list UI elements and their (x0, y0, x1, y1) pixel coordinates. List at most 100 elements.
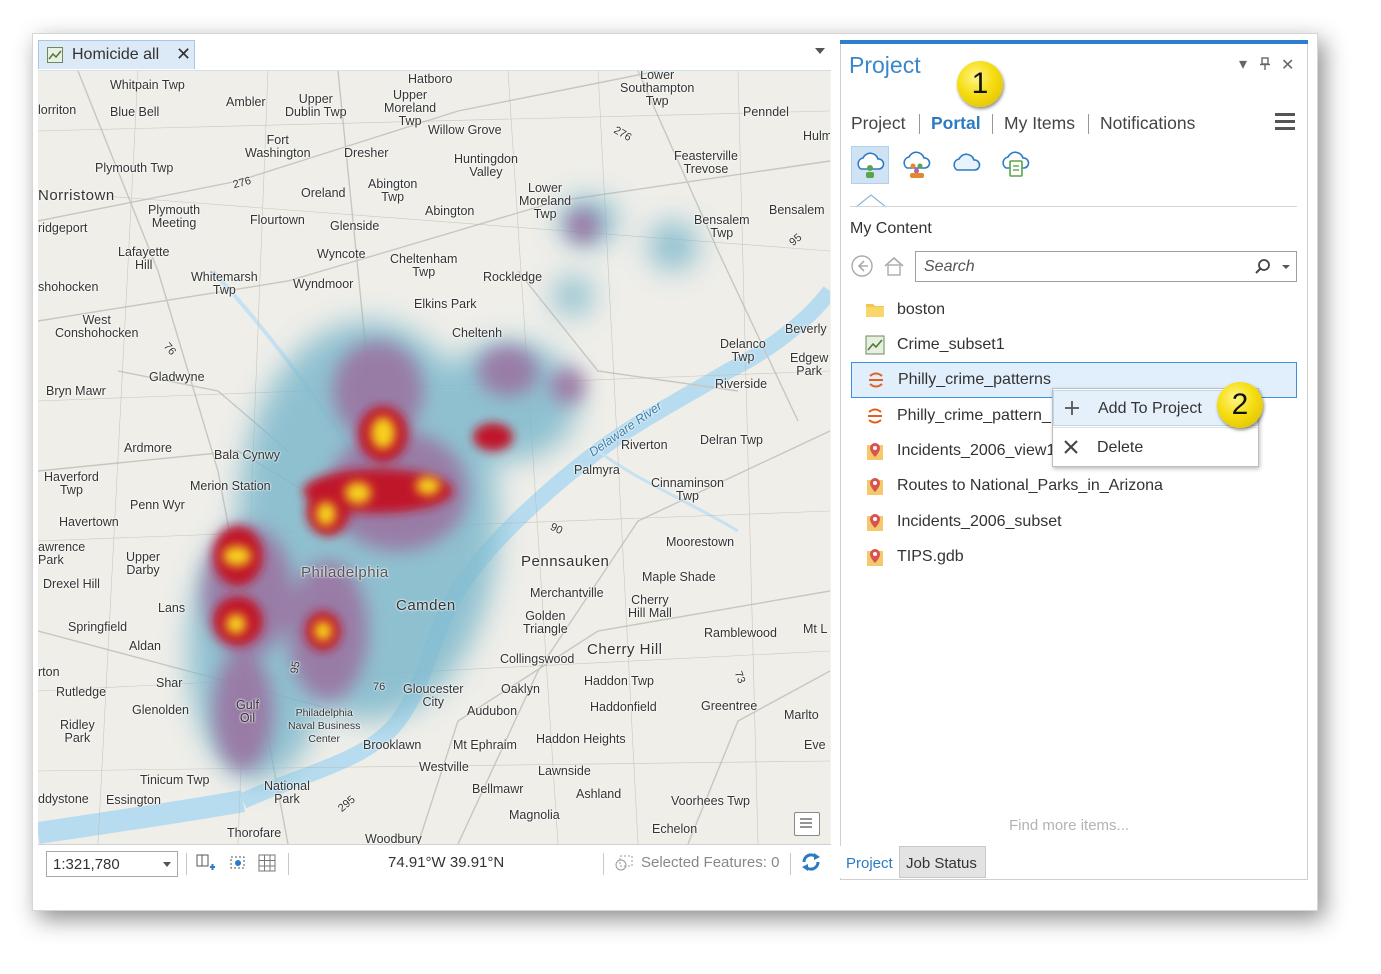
place-label: Magnolia (509, 808, 560, 822)
place-label: Ardmore (124, 441, 172, 455)
selection-icon[interactable] (614, 854, 634, 872)
chevron-down-icon[interactable] (815, 48, 825, 54)
place-label: West Conshohocken (55, 313, 139, 340)
refresh-icon[interactable] (800, 851, 822, 873)
item-label: boston (897, 301, 946, 318)
find-more-link[interactable]: Find more items... (1009, 817, 1129, 834)
place-label: Lafayette Hill (118, 245, 170, 272)
map-tab-homicide[interactable]: Homicide all ✕ (38, 40, 195, 69)
living-atlas-icon (1002, 151, 1030, 177)
pin-icon[interactable] (1259, 57, 1271, 71)
home-icon[interactable] (882, 254, 906, 278)
search-icon[interactable] (1254, 258, 1272, 276)
legend-icon[interactable] (794, 812, 820, 836)
menu-item-label: Delete (1097, 439, 1144, 456)
tab-my-items[interactable]: My Items (1004, 113, 1075, 134)
place-label: Pennsauken (521, 553, 610, 570)
list-item[interactable]: TIPS.gdb (851, 540, 1297, 574)
place-label: Cheltenham Twp (390, 252, 458, 279)
layer-package-icon (869, 372, 883, 388)
map-tab-bar: Homicide all ✕ (38, 40, 831, 71)
all-portal-button[interactable] (949, 146, 987, 184)
list-item[interactable]: Crime_subset1 (851, 328, 1297, 362)
tab-notifications[interactable]: Notifications (1100, 113, 1195, 134)
place-label: lorriton (38, 103, 77, 117)
scale-selector[interactable]: 1:321,780 (46, 851, 178, 877)
place-label: Moorestown (666, 535, 735, 549)
list-item[interactable]: boston (851, 293, 1297, 327)
tab-portal[interactable]: Portal (931, 113, 981, 134)
snapping-icon[interactable] (228, 854, 248, 872)
place-label: Shar (156, 676, 183, 690)
item-label: Routes to National_Parks_in_Arizona (897, 477, 1163, 494)
pane-title: Project (849, 52, 921, 78)
map-tab-title: Homicide all (72, 46, 160, 63)
divider (790, 853, 791, 875)
place-label: Gladwyne (149, 370, 205, 384)
back-icon[interactable] (850, 254, 874, 278)
place-label: Oaklyn (501, 682, 540, 696)
scale-value: 1:321,780 (53, 856, 120, 873)
place-label: Bellmawr (472, 782, 524, 796)
place-label: awrence Park (38, 540, 86, 567)
place-label: Cheltenh (452, 326, 503, 340)
tab-job-status[interactable]: Job Status (899, 846, 986, 878)
place-label: Willow Grove (428, 123, 502, 137)
menu-item-label: Add To Project (1098, 400, 1202, 417)
place-label: Havertown (59, 515, 119, 529)
place-label: Eve (804, 738, 826, 752)
place-label: Rutledge (56, 685, 107, 699)
place-label: Hulmevi (803, 129, 830, 143)
close-icon[interactable]: ✕ (176, 44, 191, 65)
pane-options-icon[interactable]: ▾ (1239, 54, 1247, 74)
divider (186, 853, 187, 875)
place-label: Haddon Heights (536, 732, 626, 746)
place-label: Huntingdon Valley (454, 152, 518, 179)
close-icon[interactable]: ✕ (1281, 55, 1294, 75)
place-label: National Park (264, 779, 310, 806)
place-label: Dresher (344, 146, 389, 160)
tab-project-bottom[interactable]: Project (840, 846, 899, 878)
chevron-down-icon[interactable] (163, 862, 171, 867)
chevron-down-icon[interactable] (1282, 265, 1290, 269)
divider (919, 114, 920, 134)
selected-features-count: Selected Features: 0 (641, 854, 780, 871)
place-label: Hatboro (408, 72, 453, 86)
place-label: Woodbury (365, 832, 422, 845)
place-label: Haddon Twp (584, 674, 654, 688)
place-label: Abington Twp (368, 177, 418, 204)
place-label: Plymouth Twp (95, 161, 174, 175)
place-label: Voorhees Twp (671, 794, 750, 808)
fixed-zoom-icon[interactable] (196, 854, 216, 872)
living-atlas-button[interactable] (998, 146, 1036, 184)
place-label: Camden (396, 597, 456, 614)
delete-menu-item[interactable]: Delete (1053, 430, 1258, 466)
place-label: Bryn Mawr (46, 384, 106, 398)
place-label: Merion Station (190, 479, 271, 493)
basemap (38, 71, 830, 844)
place-label: Bensalem Twp (694, 213, 750, 240)
coordinate-readout: 74.91°W 39.91°N (388, 854, 505, 871)
groups-button[interactable] (900, 146, 938, 184)
my-content-button[interactable] (851, 146, 889, 184)
list-item[interactable]: Incidents_2006_subset (851, 505, 1297, 539)
callout-badge: 1 (957, 61, 1003, 107)
place-label: Ridley Park (60, 718, 95, 745)
map-canvas[interactable]: Whitpain Twp Ambler Upper Dublin Twp Hat… (38, 71, 830, 844)
place-label: Aldan (129, 639, 161, 653)
grid-icon[interactable] (258, 854, 278, 872)
divider (1053, 427, 1258, 428)
place-label: Golden Triangle (523, 609, 568, 636)
place-label: Cinnaminson Twp (651, 476, 724, 503)
place-label: Collingswood (500, 652, 575, 666)
tab-project[interactable]: Project (851, 113, 905, 134)
place-label: Bensalem (769, 203, 825, 217)
place-label: Palmyra (574, 463, 620, 477)
list-item[interactable]: Routes to National_Parks_in_Arizona (851, 469, 1297, 503)
hamburger-menu-icon[interactable] (1275, 113, 1295, 131)
place-label: ddystone (38, 792, 89, 806)
my-content-icon (857, 152, 885, 178)
search-input[interactable] (922, 257, 1246, 277)
all-portal-icon (953, 153, 981, 171)
divider (1088, 114, 1089, 134)
